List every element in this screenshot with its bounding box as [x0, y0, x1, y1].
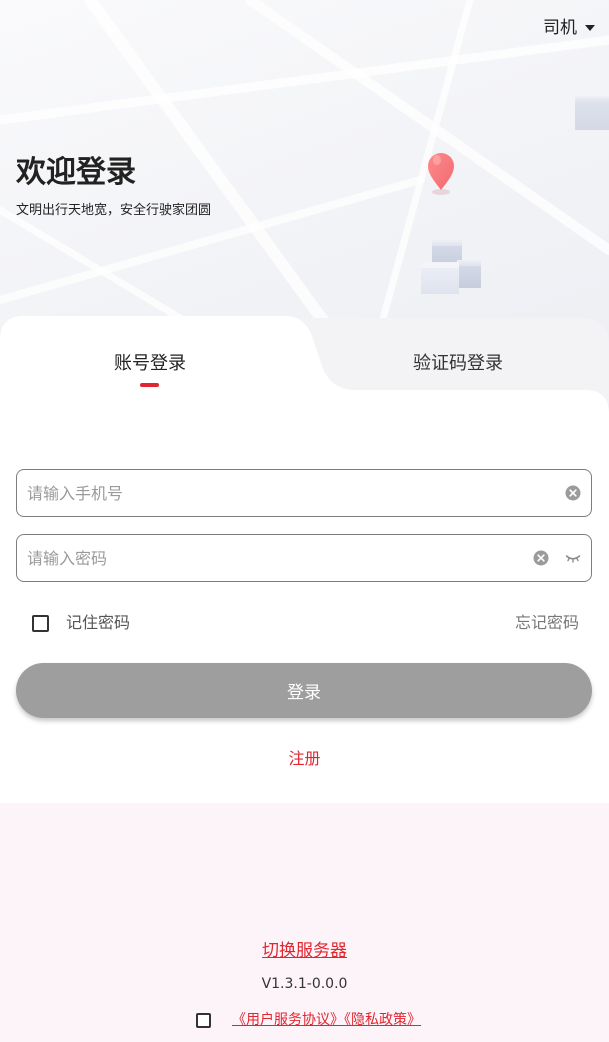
password-input[interactable]: [17, 535, 591, 581]
active-tab-indicator: [140, 383, 159, 387]
footer-background: [0, 803, 609, 1042]
version-label: V1.3.1-0.0.0: [261, 976, 348, 992]
switch-server-link[interactable]: 切换服务器: [262, 941, 347, 961]
register-row: 注册: [0, 748, 609, 770]
tab-code-login[interactable]: 验证码登录: [378, 352, 538, 376]
caret-down-icon: [585, 25, 595, 31]
tab-account-login[interactable]: 账号登录: [80, 352, 220, 376]
forgot-password-link[interactable]: 忘记密码: [515, 612, 579, 634]
phone-input[interactable]: [17, 470, 591, 516]
page-title: 欢迎登录: [16, 155, 136, 190]
remember-password-checkbox[interactable]: [32, 615, 49, 632]
map-pin-icon: [428, 153, 454, 195]
role-selector-label: 司机: [543, 18, 577, 38]
page-subtitle: 文明出行天地宽，安全行驶家团圆: [16, 203, 212, 218]
clear-icon[interactable]: [533, 550, 549, 566]
agreement-links: 《用户服务协议》《隐私政策》: [232, 1010, 421, 1030]
password-field: [16, 534, 592, 582]
privacy-policy-link[interactable]: 《隐私政策》: [344, 1012, 421, 1028]
remember-password-label[interactable]: 记住密码: [66, 612, 130, 634]
register-link[interactable]: 注册: [288, 749, 320, 768]
user-service-agreement-link[interactable]: 《用户服务协议》: [232, 1012, 344, 1028]
box-decoration-corner: [575, 96, 609, 130]
phone-field: [16, 469, 592, 517]
clear-icon[interactable]: [565, 485, 581, 501]
switch-server-row: 切换服务器: [0, 939, 609, 963]
role-selector[interactable]: 司机: [543, 17, 595, 39]
agreement-checkbox[interactable]: [196, 1013, 211, 1028]
eye-closed-icon[interactable]: [565, 550, 581, 566]
login-button[interactable]: 登录: [16, 663, 592, 718]
login-screen: 司机 欢迎登录 文明出行天地宽，安全行驶家团圆 账号登录 验证码登录 记住密码: [0, 0, 609, 1042]
box-decoration: [421, 240, 481, 294]
